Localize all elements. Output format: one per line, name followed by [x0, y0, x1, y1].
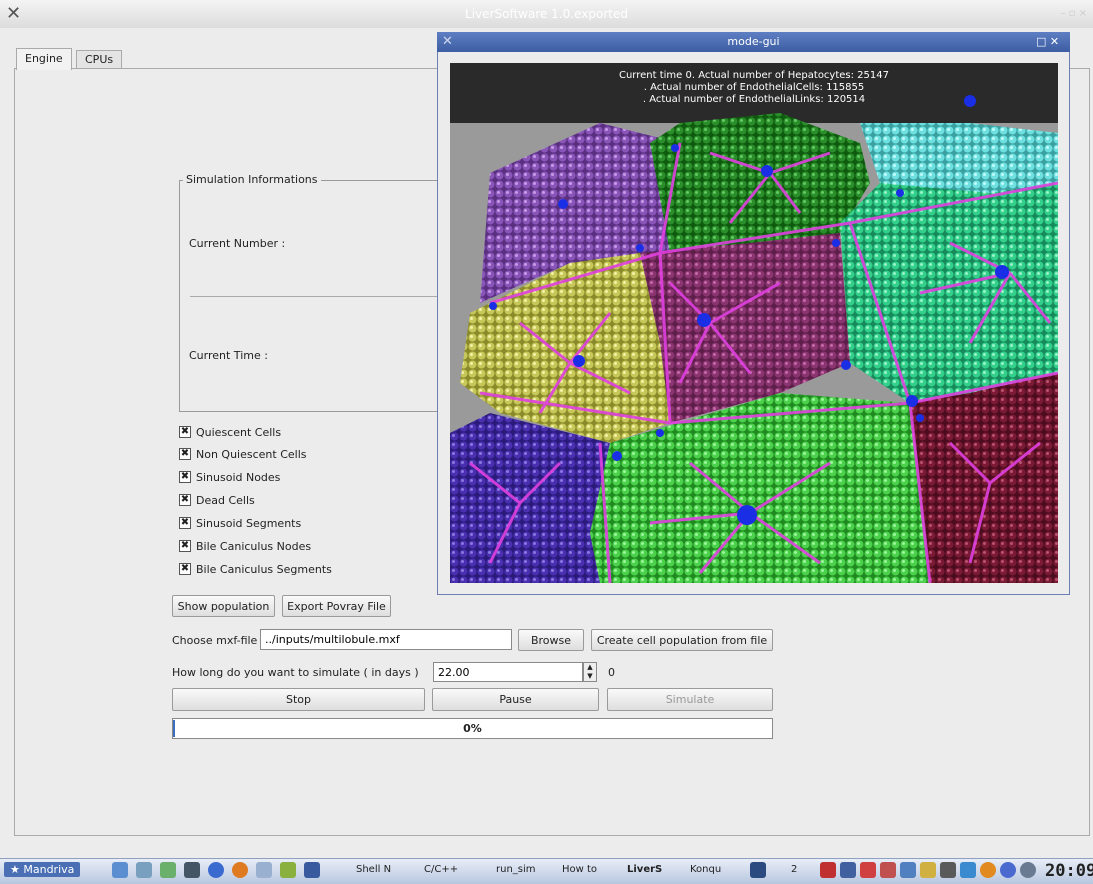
launcher-icon[interactable]: [280, 862, 296, 878]
tray-icon[interactable]: [840, 862, 856, 878]
duration-label: How long do you want to simulate ( in da…: [172, 666, 419, 679]
task-konqueror[interactable]: Konqu: [690, 864, 721, 875]
duration-spin-arrows[interactable]: ▲ ▼: [583, 662, 597, 682]
duration-spinbox[interactable]: [433, 662, 583, 682]
stop-button[interactable]: Stop: [172, 688, 425, 711]
terminal-icon[interactable]: [184, 862, 200, 878]
checkbox-sinusoid-nodes[interactable]: ✖ Sinusoid Nodes: [179, 469, 280, 485]
checkbox-dead-cells[interactable]: ✖ Dead Cells: [179, 492, 255, 508]
desktop-pager-icon[interactable]: [750, 862, 766, 878]
launcher-icon[interactable]: [304, 862, 320, 878]
checkbox-box[interactable]: ✖: [179, 494, 191, 506]
checkbox-sinusoid-segments[interactable]: ✖ Sinusoid Segments: [179, 515, 301, 531]
firefox-icon[interactable]: [232, 862, 248, 878]
create-population-button[interactable]: Create cell population from file: [591, 629, 773, 651]
group-separator: [190, 296, 449, 297]
tray-icon[interactable]: [820, 862, 836, 878]
export-povray-button[interactable]: Export Povray File: [282, 595, 391, 617]
clock[interactable]: 20:09: [1045, 861, 1093, 881]
checkbox-label: Bile Caniculus Nodes: [196, 539, 312, 553]
task-run-sim[interactable]: run_sim: [496, 864, 536, 875]
checkbox-box[interactable]: ✖: [179, 540, 191, 552]
tray-icon[interactable]: [960, 862, 976, 878]
mxf-file-label: Choose mxf-file: [172, 634, 258, 647]
checkbox-label: Sinusoid Nodes: [196, 470, 281, 484]
task-shell[interactable]: Shell N: [356, 864, 391, 875]
duration-side-value: 0: [608, 666, 615, 679]
liver-lobule-render: [450, 63, 1058, 583]
checkbox-bile-caniculus-segments[interactable]: ✖ Bile Caniculus Segments: [179, 561, 332, 577]
checkbox-label: Dead Cells: [196, 493, 255, 507]
checkbox-box[interactable]: ✖: [179, 563, 191, 575]
window-controls[interactable]: – ▫ ×: [1060, 8, 1087, 19]
browse-button[interactable]: Browse: [518, 629, 584, 651]
mode-gui-title: mode-gui: [727, 35, 780, 48]
tray-icon[interactable]: [880, 862, 896, 878]
start-label: Mandriva: [23, 863, 75, 876]
current-number-label: Current Number :: [189, 237, 286, 250]
launcher-icon[interactable]: [112, 862, 128, 878]
task-cpp[interactable]: C/C++: [424, 864, 458, 875]
checkbox-label: Non Quiescent Cells: [196, 447, 307, 461]
tray-icon[interactable]: [980, 862, 996, 878]
tray-icon[interactable]: [920, 862, 936, 878]
gui-info-line-2: . Actual number of EndothelialCells: 115…: [643, 82, 865, 93]
gui-info-line-3: . Actual number of EndothelialLinks: 120…: [642, 94, 866, 105]
star-icon: ★: [10, 863, 20, 876]
simulate-button[interactable]: Simulate: [607, 688, 773, 711]
tab-engine[interactable]: Engine: [16, 48, 72, 70]
checkbox-box[interactable]: ✖: [179, 426, 191, 438]
task-liver-software[interactable]: LiverS: [627, 864, 662, 875]
checkbox-label: Bile Caniculus Segments: [196, 562, 332, 576]
simulation-info-title: Simulation Informations: [183, 173, 321, 186]
checkbox-box[interactable]: ✖: [179, 517, 191, 529]
show-population-button[interactable]: Show population: [172, 595, 275, 617]
checkbox-label: Quiescent Cells: [196, 425, 282, 439]
checkbox-box[interactable]: ✖: [179, 448, 191, 460]
konqueror-icon[interactable]: [208, 862, 224, 878]
checkbox-bile-caniculus-nodes[interactable]: ✖ Bile Caniculus Nodes: [179, 538, 311, 554]
checkbox-quiescent-cells[interactable]: ✖ Quiescent Cells: [179, 424, 281, 440]
checkbox-non-quiescent-cells[interactable]: ✖ Non Quiescent Cells: [179, 446, 307, 462]
task-how-to[interactable]: How to: [562, 864, 597, 875]
checkbox-box[interactable]: ✖: [179, 471, 191, 483]
mode-gui-window-controls[interactable]: □ ✕: [1036, 35, 1059, 48]
gui-info-line-1: Current time 0. Actual number of Hepatoc…: [618, 70, 889, 81]
simulation-3d-viewport[interactable]: [450, 63, 1058, 583]
launcher-icon[interactable]: [136, 862, 152, 878]
progress-text: 0%: [463, 722, 482, 735]
tab-cpus[interactable]: CPUs: [76, 50, 123, 69]
start-menu-button[interactable]: ★ Mandriva: [4, 862, 81, 877]
tray-icon[interactable]: [940, 862, 956, 878]
launcher-icon[interactable]: [160, 862, 176, 878]
checkbox-label: Sinusoid Segments: [196, 516, 302, 530]
tray-icon[interactable]: [900, 862, 916, 878]
mail-icon[interactable]: [256, 862, 272, 878]
pause-button[interactable]: Pause: [432, 688, 599, 711]
tray-icon[interactable]: [1020, 862, 1036, 878]
main-window-title: LiverSoftware 1.0.exported: [465, 7, 628, 21]
desktop-number[interactable]: 2: [791, 864, 797, 875]
current-time-label: Current Time :: [189, 349, 268, 362]
tray-icon[interactable]: [1000, 862, 1016, 878]
tray-icon[interactable]: [860, 862, 876, 878]
mxf-file-input[interactable]: [260, 629, 512, 650]
